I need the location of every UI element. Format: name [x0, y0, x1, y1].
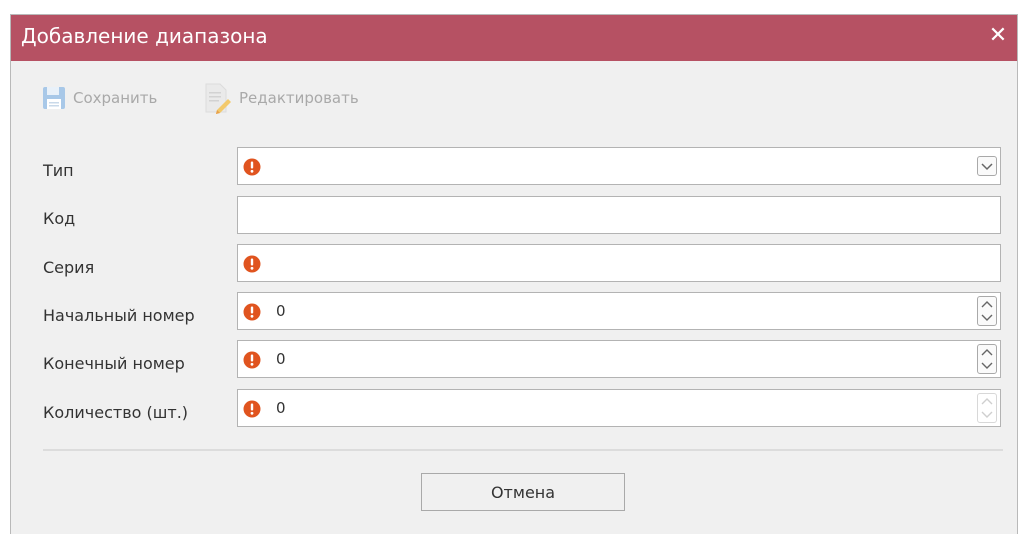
warning-icon: [243, 351, 261, 369]
series-input[interactable]: [237, 244, 1001, 282]
quantity-value: 0: [276, 399, 286, 417]
chevron-down-icon[interactable]: [977, 156, 997, 176]
quantity-label: Количество (шт.): [43, 403, 189, 422]
edit-button-label: Редактировать: [239, 89, 359, 107]
type-select[interactable]: [237, 147, 1001, 185]
add-range-dialog: Добавление диапазона ✕ Сохранить Редакти…: [10, 14, 1018, 534]
quantity-input: 0: [237, 389, 1001, 427]
spinner-arrows-icon[interactable]: [977, 344, 997, 374]
end-number-input[interactable]: 0: [237, 340, 1001, 378]
code-input[interactable]: [237, 196, 1001, 234]
save-button[interactable]: Сохранить: [41, 79, 157, 117]
start-number-input[interactable]: 0: [237, 292, 1001, 330]
dialog-titlebar[interactable]: Добавление диапазона ✕: [11, 15, 1017, 61]
start-number-value: 0: [276, 302, 286, 320]
type-label: Тип: [43, 161, 74, 180]
warning-icon: [243, 400, 261, 418]
end-number-label: Конечный номер: [43, 354, 185, 373]
cancel-button[interactable]: Отмена: [421, 473, 625, 511]
close-icon[interactable]: ✕: [985, 23, 1011, 49]
save-button-label: Сохранить: [73, 89, 158, 107]
document-edit-icon: [205, 83, 231, 114]
spinner-arrows-icon: [977, 393, 997, 423]
footer-divider: [43, 449, 1003, 451]
floppy-disk-icon: [43, 87, 65, 109]
end-number-value: 0: [276, 350, 286, 368]
warning-icon: [243, 158, 261, 176]
spinner-arrows-icon[interactable]: [977, 296, 997, 326]
start-number-label: Начальный номер: [43, 306, 195, 325]
series-label: Серия: [43, 258, 95, 277]
warning-icon: [243, 303, 261, 321]
edit-button[interactable]: Редактировать: [201, 79, 359, 117]
dialog-title: Добавление диапазона: [21, 24, 268, 48]
code-label: Код: [43, 209, 76, 228]
warning-icon: [243, 255, 261, 273]
